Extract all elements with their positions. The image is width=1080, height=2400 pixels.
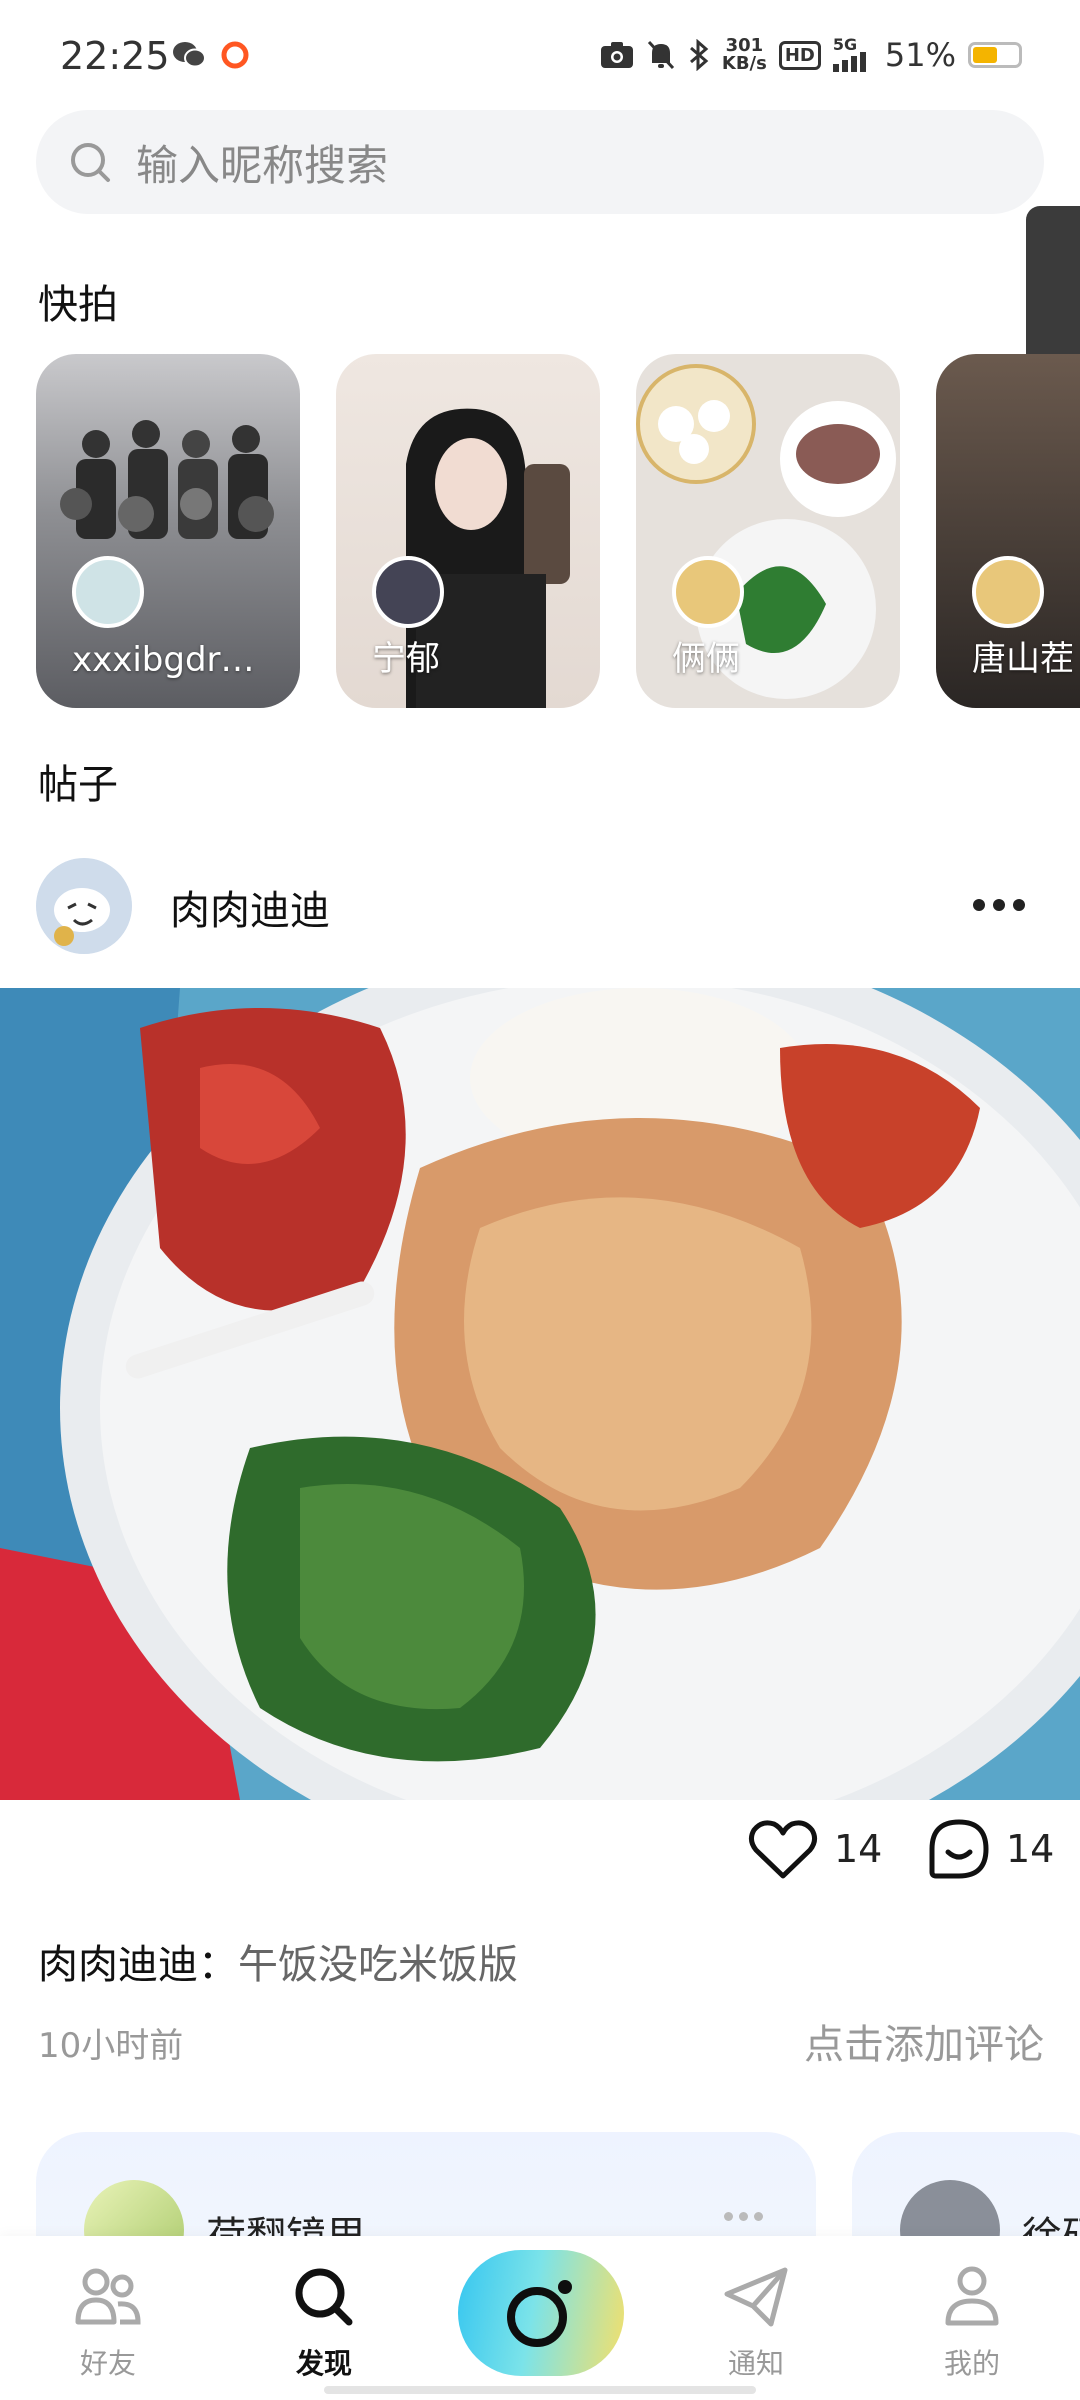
post-time: 10小时前 bbox=[38, 2026, 184, 2066]
hd-badge: HD bbox=[778, 40, 821, 70]
nav-notify[interactable]: 通知 bbox=[686, 2262, 826, 2382]
signal-icon: 5G bbox=[832, 35, 873, 72]
story-name: 唐山茬 bbox=[972, 639, 1074, 679]
status-bar: 22:25 301 KB/s HD 5G 51% bbox=[0, 0, 1080, 110]
camera-button[interactable] bbox=[458, 2250, 624, 2376]
comment-icon bbox=[929, 1819, 989, 1879]
post-image[interactable] bbox=[0, 988, 1080, 1800]
post-author-name[interactable]: 肉肉迪迪 bbox=[170, 878, 330, 936]
search-bar[interactable]: 输入昵称搜索 bbox=[36, 110, 1044, 214]
profile-icon bbox=[937, 2262, 1007, 2332]
post-author-avatar[interactable] bbox=[36, 858, 132, 954]
like-button[interactable]: 14 bbox=[748, 1818, 882, 1880]
more-options-button[interactable] bbox=[724, 2212, 763, 2221]
camera-lens-icon bbox=[507, 2280, 572, 2347]
bluetooth-icon bbox=[689, 39, 709, 71]
camera-icon bbox=[600, 42, 633, 68]
mute-icon bbox=[647, 40, 674, 70]
nav-mine[interactable]: 我的 bbox=[902, 2262, 1042, 2382]
caption-author[interactable]: 肉肉迪迪： bbox=[38, 1942, 238, 1988]
snapshots-title: 快拍 bbox=[38, 282, 118, 328]
comment-count: 14 bbox=[1006, 1827, 1055, 1871]
add-comment-link[interactable]: 点击添加评论 bbox=[804, 2012, 1044, 2070]
story-card[interactable]: 唐山茬 bbox=[936, 354, 1080, 708]
search-input[interactable]: 输入昵称搜索 bbox=[136, 132, 388, 193]
signal-label: 5G bbox=[832, 35, 858, 54]
story-name: xxxibgdr… bbox=[72, 640, 255, 680]
nav-label: 好友 bbox=[79, 2347, 136, 2380]
posts-title: 帖子 bbox=[38, 762, 118, 808]
like-count: 14 bbox=[834, 1827, 883, 1871]
avatar bbox=[672, 556, 744, 628]
bottom-nav: 好友 发现 通知 我的 bbox=[0, 2236, 1080, 2400]
heart-icon bbox=[748, 1820, 818, 1879]
wechat-icon bbox=[173, 42, 206, 68]
home-indicator[interactable] bbox=[324, 2386, 756, 2394]
nav-label: 发现 bbox=[295, 2347, 352, 2380]
nav-label: 通知 bbox=[727, 2347, 784, 2380]
story-card[interactable]: 俩俩 bbox=[636, 354, 900, 708]
nav-friends[interactable]: 好友 bbox=[38, 2262, 178, 2382]
battery-percent: 51% bbox=[884, 36, 956, 74]
search-icon bbox=[289, 2262, 359, 2332]
avatar bbox=[972, 556, 1044, 628]
nav-discover[interactable]: 发现 bbox=[254, 2262, 394, 2382]
story-name: 宁郁 bbox=[372, 639, 440, 679]
nav-label: 我的 bbox=[943, 2347, 1000, 2380]
status-time: 22:25 bbox=[60, 34, 170, 78]
record-icon bbox=[221, 41, 249, 69]
send-icon bbox=[721, 2262, 791, 2332]
story-card[interactable]: xxxibgdr… bbox=[36, 354, 300, 708]
caption-text: 午饭没吃米饭版 bbox=[238, 1942, 518, 1988]
battery-icon bbox=[968, 42, 1022, 68]
post-caption: 肉肉迪迪：午饭没吃米饭版 bbox=[38, 1932, 518, 1990]
story-name: 俩俩 bbox=[672, 639, 740, 679]
comment-button[interactable]: 14 bbox=[928, 1818, 1054, 1880]
avatar bbox=[72, 556, 144, 628]
friends-icon bbox=[73, 2262, 143, 2332]
more-options-button[interactable] bbox=[964, 880, 1034, 930]
search-icon bbox=[64, 136, 116, 188]
network-speed: 301 KB/s bbox=[721, 35, 767, 74]
story-card[interactable]: 宁郁 bbox=[336, 354, 600, 708]
avatar bbox=[372, 556, 444, 628]
